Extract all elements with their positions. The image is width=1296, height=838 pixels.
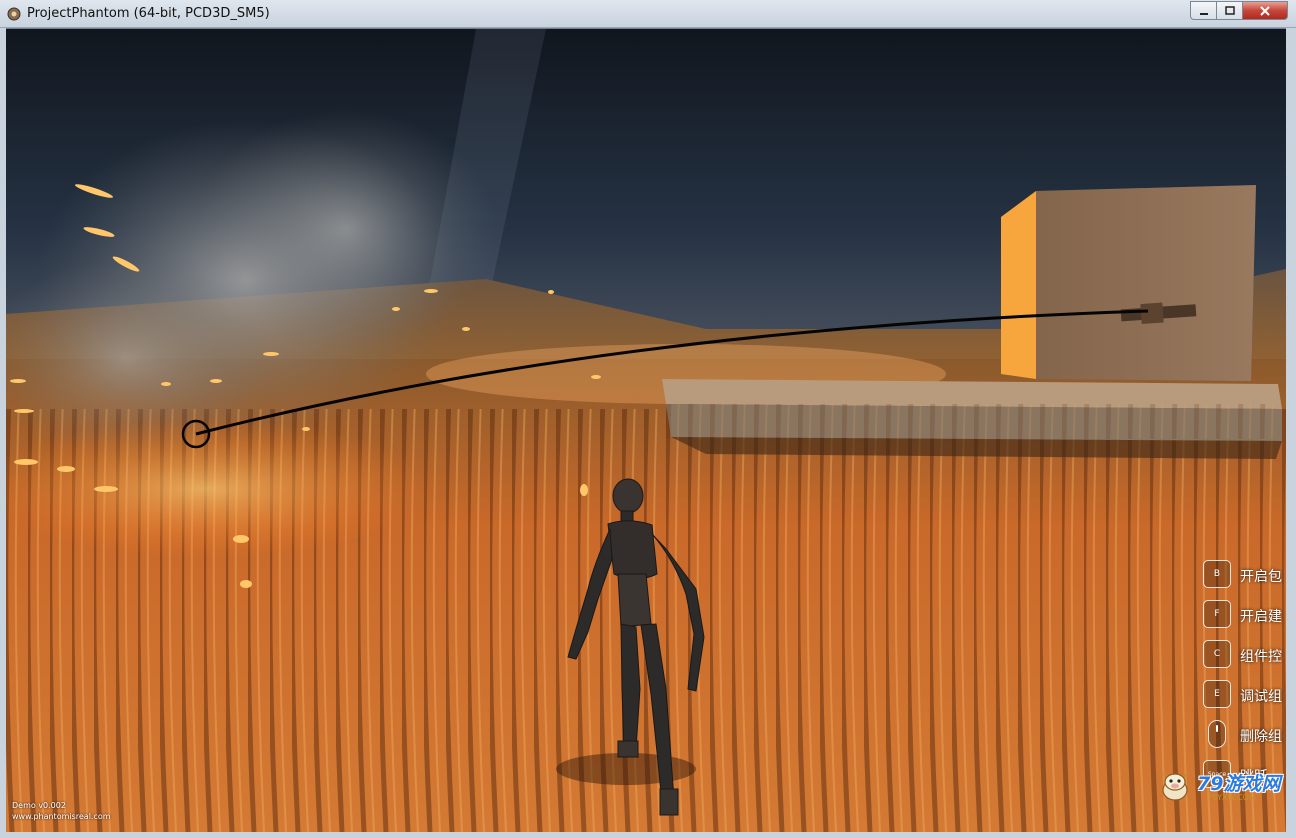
control-hint-label: 开启包 <box>1240 569 1282 585</box>
watermark-text: 79游戏网 <box>1197 773 1281 795</box>
platform-slab <box>662 379 1282 459</box>
minimize-button[interactable] <box>1190 1 1216 20</box>
window-titlebar[interactable]: ProjectPhantom (64-bit, PCD3D_SM5) <box>0 0 1296 28</box>
window-frame-right <box>1286 28 1296 838</box>
watermark-subtext: 79YXW.COM <box>1207 793 1256 802</box>
game-viewport[interactable]: B 开启包 F 开启建 C 组件控 E 调试组 删除组 Space 跳跃 Demo v0.002 w… <box>6 29 1286 832</box>
control-hint-row: 删除组 <box>1203 720 1286 750</box>
control-hint-row: C 组件控 <box>1203 640 1286 670</box>
close-button[interactable] <box>1242 1 1288 20</box>
control-hint-row: F 开启建 <box>1203 600 1286 630</box>
site-watermark: 79游戏网 79YXW.COM <box>1155 766 1283 806</box>
key-e-icon: E <box>1203 680 1231 708</box>
window-title: ProjectPhantom (64-bit, PCD3D_SM5) <box>27 6 270 21</box>
control-hint-row: B 开启包 <box>1203 560 1286 590</box>
close-icon <box>1260 5 1270 16</box>
control-hint-label: 调试组 <box>1240 689 1282 705</box>
key-f-icon: F <box>1203 600 1231 628</box>
cow-mascot-icon <box>1160 772 1190 801</box>
game-scene <box>6 29 1286 832</box>
demo-version: Demo v0.002 <box>12 801 66 810</box>
control-hint-label: 删除组 <box>1240 729 1282 745</box>
maximize-icon <box>1224 5 1235 15</box>
app-icon <box>7 7 21 21</box>
control-hint-label: 组件控 <box>1240 649 1282 665</box>
control-hint-row: E 调试组 <box>1203 680 1286 710</box>
mouse-wheel <box>1216 725 1218 732</box>
wall-block <box>1001 185 1256 381</box>
window-controls <box>1190 1 1288 20</box>
window-frame-bottom <box>0 832 1296 838</box>
character-shadow <box>556 753 696 785</box>
control-hint-label: 开启建 <box>1240 609 1282 625</box>
minimize-icon <box>1199 12 1208 15</box>
mouse-icon <box>1208 720 1226 748</box>
maximize-button[interactable] <box>1216 1 1242 20</box>
key-c-icon: C <box>1203 640 1231 668</box>
key-b-icon: B <box>1203 560 1231 588</box>
demo-url: www.phantomisreal.com <box>12 812 111 821</box>
